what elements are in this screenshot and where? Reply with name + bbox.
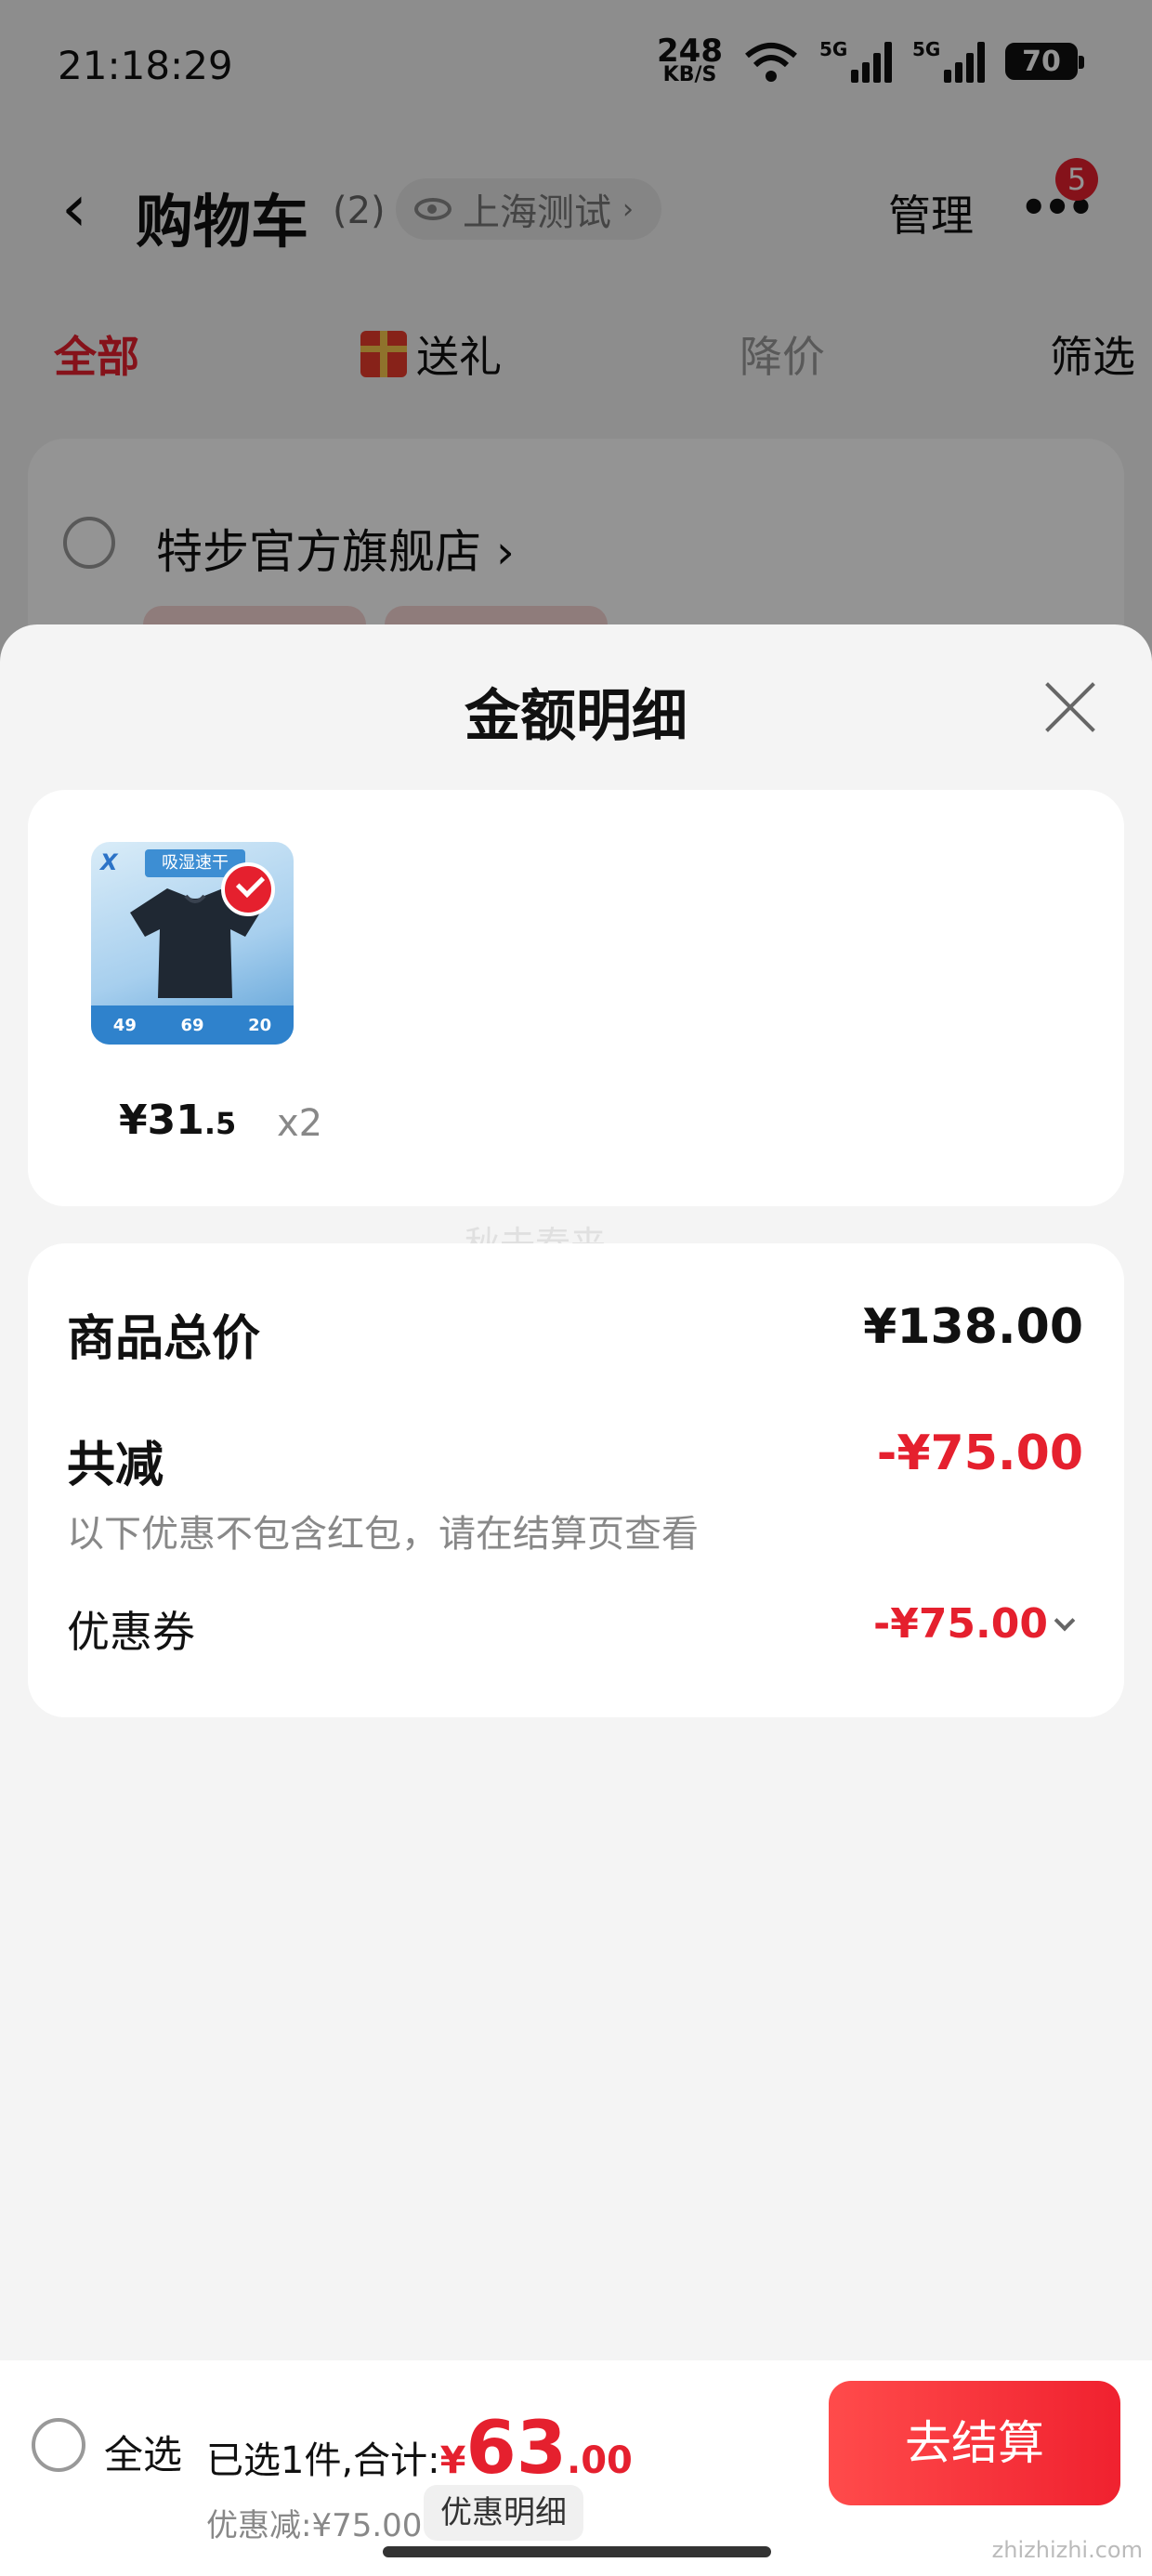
total-discount-label: 共减 xyxy=(67,1438,164,1493)
select-all-radio[interactable] xyxy=(32,2418,85,2472)
close-icon[interactable] xyxy=(1042,680,1096,734)
checkout-button[interactable]: 去结算 xyxy=(829,2381,1120,2505)
sheet-title: 金额明细 xyxy=(465,684,687,749)
home-indicator[interactable] xyxy=(383,2546,771,2557)
total-price-label: 商品总价 xyxy=(67,1311,261,1367)
checked-icon xyxy=(221,862,275,916)
coupon-row-toggle[interactable]: -¥75.00 xyxy=(872,1600,1076,1648)
discount-summary: 优惠减:¥75.00 xyxy=(206,2507,423,2544)
brand-logo-icon: X xyxy=(100,849,118,875)
select-all-label[interactable]: 全选 xyxy=(104,2424,182,2480)
checkout-bar: 全选 已选1件,合计: ¥63.00 优惠减:¥75.00 优惠明细 去结算 z… xyxy=(0,2360,1152,2576)
corner-watermark-logo: zhizhizhi.com xyxy=(991,2537,1143,2563)
chevron-down-icon xyxy=(1054,1610,1076,1631)
item-price: ¥31.5 xyxy=(119,1097,237,1144)
discount-note: 以下优惠不包含红包，请在结算页查看 xyxy=(67,1513,699,1556)
amount-detail-sheet: 金额明细 X 吸湿速干 49 69 20 ¥31.5 x2 秋去春来 商品总价 … xyxy=(0,624,1152,2576)
discount-detail-button[interactable]: 优惠明细 xyxy=(424,2485,583,2541)
items-card: X 吸湿速干 49 69 20 ¥31.5 x2 xyxy=(28,790,1124,1206)
selected-summary: 已选1件,合计: ¥63.00 xyxy=(206,2407,633,2491)
total-amount: ¥63.00 xyxy=(439,2407,633,2491)
summary-card: 商品总价 ¥138.00 共减 -¥75.00 以下优惠不包含红包，请在结算页查… xyxy=(28,1243,1124,1717)
image-stats: 49 69 20 xyxy=(91,1005,294,1045)
item-quantity: x2 xyxy=(277,1102,323,1145)
product-image[interactable]: X 吸湿速干 49 69 20 xyxy=(91,842,294,1045)
total-discount-value: -¥75.00 xyxy=(876,1426,1083,1481)
dim-overlay[interactable] xyxy=(0,0,1152,669)
total-price-value: ¥138.00 xyxy=(863,1299,1083,1355)
coupon-value: -¥75.00 xyxy=(872,1600,1048,1648)
coupon-label: 优惠券 xyxy=(67,1607,195,1657)
